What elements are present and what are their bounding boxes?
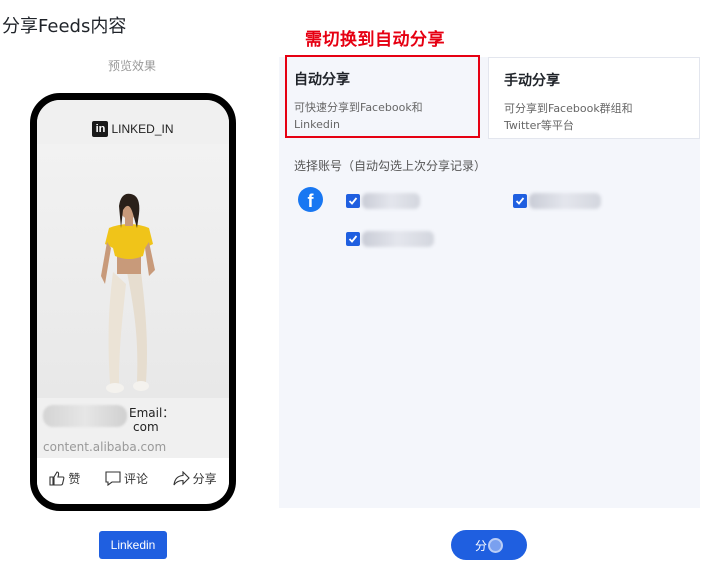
manual-share-option[interactable]: 手动分享 可分享到Facebook群组和 Twitter等平台 <box>488 57 700 139</box>
share-arrow-icon <box>173 470 190 485</box>
annotation-text: 需切换到自动分享 <box>305 30 445 50</box>
post-caption: Email： com content.alibaba.com <box>37 398 229 458</box>
platform-name: LINKED_IN <box>111 122 174 136</box>
account-item <box>346 231 434 247</box>
redacted-account-name <box>362 231 434 247</box>
share-label: 分享 <box>192 471 217 486</box>
share-button[interactable]: 分 <box>451 530 527 560</box>
manual-share-desc-line1: 可分享到Facebook群组和 <box>504 102 633 115</box>
comment-icon <box>105 470 121 486</box>
linkedin-logo-icon: in <box>92 121 109 137</box>
post-actions: 赞 评论 分享 <box>37 458 229 498</box>
account-item <box>346 193 420 209</box>
post-link: content.alibaba.com <box>43 440 167 454</box>
check-icon <box>348 235 358 243</box>
share-action: 分享 <box>173 470 217 487</box>
redacted-account-name <box>529 193 601 209</box>
annotation-highlight-box <box>285 55 480 138</box>
thumbs-up-icon <box>49 470 65 486</box>
post-image <box>37 144 229 398</box>
check-icon <box>515 197 525 205</box>
page-title: 分享Feeds内容 <box>2 16 127 37</box>
email-domain: com <box>133 420 159 434</box>
email-label: Email： <box>129 406 175 420</box>
comment-action: 评论 <box>105 470 148 487</box>
account-checkbox[interactable] <box>346 194 360 208</box>
phone-header: in LINKED_IN <box>37 100 229 144</box>
facebook-icon: f <box>298 187 323 212</box>
account-checkbox[interactable] <box>346 232 360 246</box>
account-select-label: 选择账号（自动勾选上次分享记录） <box>294 159 487 173</box>
manual-share-desc-line2: Twitter等平台 <box>504 119 574 132</box>
preview-label: 预览效果 <box>108 59 157 73</box>
linkedin-platform-button[interactable]: Linkedin <box>99 531 167 559</box>
facebook-glyph: f <box>307 191 314 211</box>
comment-label: 评论 <box>123 471 148 486</box>
account-item <box>513 193 601 209</box>
loading-spinner-icon <box>488 537 503 553</box>
account-checkbox[interactable] <box>513 194 527 208</box>
phone-preview: in LINKED_IN Email： com content.alibaba.… <box>30 93 236 511</box>
like-label: 赞 <box>68 471 81 486</box>
redacted-account-name <box>362 193 420 209</box>
redacted-author <box>43 405 127 427</box>
like-action: 赞 <box>49 470 80 487</box>
manual-share-title: 手动分享 <box>504 73 560 89</box>
share-button-label: 分 <box>474 538 487 553</box>
model-photo <box>101 193 155 393</box>
check-icon <box>348 197 358 205</box>
